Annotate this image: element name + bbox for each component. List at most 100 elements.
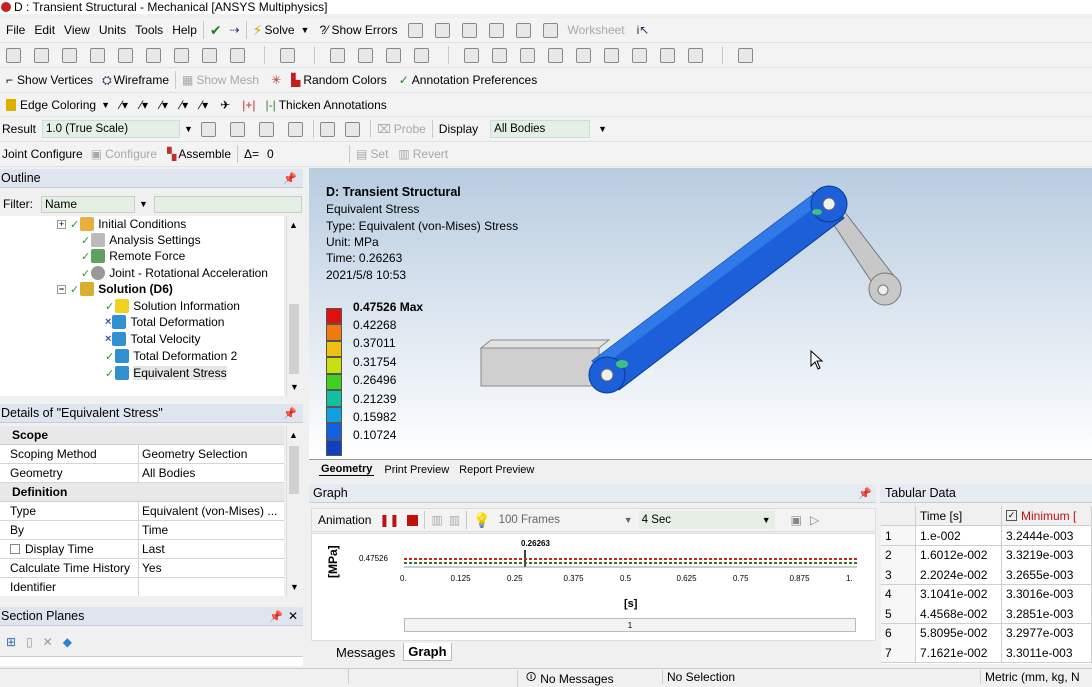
viewport-icon[interactable] bbox=[738, 47, 753, 63]
menu-help[interactable]: Help bbox=[172, 23, 197, 37]
minimum-cell[interactable]: 3.3011e-003 bbox=[1002, 643, 1092, 663]
rotate-icon[interactable] bbox=[330, 47, 345, 63]
chevron-down-icon[interactable]: ▼ bbox=[139, 199, 148, 209]
view-set-icon[interactable] bbox=[660, 47, 675, 63]
chevron-down-icon[interactable]: ▼ bbox=[598, 124, 607, 134]
tree-item-rotational-acceleration[interactable]: ✓ Joint - Rotational Acceleration bbox=[81, 266, 268, 280]
vertex-icon[interactable] bbox=[146, 47, 161, 63]
detail-type[interactable]: Type Equivalent (von-Mises) ... bbox=[0, 502, 284, 521]
export-icon[interactable]: ▣ bbox=[791, 513, 802, 527]
detail-display-time[interactable]: Display Time Last bbox=[0, 540, 284, 559]
vector-icon[interactable] bbox=[287, 121, 303, 137]
coord-icon[interactable] bbox=[62, 47, 77, 63]
edge-style-2-icon[interactable]: ⁄▾ bbox=[140, 98, 148, 112]
menu-tools[interactable]: Tools bbox=[135, 23, 163, 37]
show-vertices-button[interactable]: ⌐ Show Vertices bbox=[6, 73, 93, 87]
col-header-minimum[interactable]: ✓ Minimum [ bbox=[1002, 506, 1092, 526]
magnify-off-icon[interactable] bbox=[548, 47, 563, 63]
zoom-box-icon[interactable] bbox=[414, 47, 429, 63]
thin-icon[interactable]: |+| bbox=[242, 98, 255, 112]
minimum-checkbox[interactable]: ✓ bbox=[1006, 510, 1017, 521]
outline-scrollbar[interactable]: ▲ ▼ bbox=[286, 216, 300, 396]
annotation-prefs-button[interactable]: ✓ Annotation Preferences bbox=[399, 73, 537, 87]
chevron-down-icon[interactable]: ▼ bbox=[184, 124, 193, 134]
max-icon[interactable] bbox=[319, 121, 335, 137]
show-plane-icon[interactable]: ◆ bbox=[63, 635, 72, 649]
graph-plot-area[interactable]: [MPa] 0.47526 0.26263 0. 0.125 0.25 0.375 0.… bbox=[311, 533, 876, 641]
extend-icon[interactable] bbox=[280, 47, 295, 63]
detail-value[interactable] bbox=[139, 578, 284, 596]
section-definition[interactable]: Definition bbox=[0, 483, 284, 502]
worksheet-button[interactable]: Worksheet bbox=[568, 23, 625, 37]
previous-view-icon[interactable] bbox=[604, 47, 619, 63]
tree-item-initial-conditions[interactable]: + ✓ Initial Conditions bbox=[57, 217, 186, 231]
detail-by[interactable]: By Time bbox=[0, 521, 284, 540]
point-icon[interactable] bbox=[34, 47, 49, 63]
detail-value[interactable]: Time bbox=[139, 521, 284, 539]
display-select[interactable]: All Bodies bbox=[490, 120, 591, 138]
tab-report-preview[interactable]: Report Preview bbox=[459, 464, 534, 476]
minimum-cell[interactable]: 3.2655e-003 bbox=[1002, 565, 1092, 585]
tree-item-solution-information[interactable]: ✓ Solution Information bbox=[105, 299, 240, 313]
tab-print-preview[interactable]: Print Preview bbox=[384, 464, 449, 476]
zoom-fit-icon[interactable] bbox=[464, 47, 479, 63]
edge-style-5-icon[interactable]: ⁄▾ bbox=[200, 98, 208, 112]
time-cell[interactable]: 2.2024e-002 bbox=[916, 565, 1002, 585]
new-plane-icon[interactable]: ⊞ bbox=[6, 635, 16, 649]
min-icon[interactable] bbox=[344, 121, 360, 137]
select-mode-icon[interactable] bbox=[90, 47, 105, 63]
layout-icon[interactable] bbox=[688, 47, 703, 63]
edit-plane-icon[interactable]: ▯ bbox=[26, 635, 33, 649]
scroll-thumb[interactable] bbox=[289, 304, 299, 374]
result-scale-select[interactable]: 1.0 (True Scale) bbox=[42, 120, 181, 138]
row-index[interactable]: 1 bbox=[881, 526, 916, 546]
pin-icon[interactable]: 📌 bbox=[283, 407, 297, 420]
col-header-time[interactable]: Time [s] bbox=[916, 506, 1002, 526]
probe-button[interactable]: ⌧ Probe bbox=[377, 122, 426, 136]
jump-icon[interactable]: ⇢ bbox=[230, 23, 240, 37]
magnify-icon[interactable] bbox=[520, 47, 535, 63]
tree-item-analysis-settings[interactable]: ✓ Analysis Settings bbox=[81, 233, 201, 247]
scroll-up-icon[interactable]: ▲ bbox=[287, 220, 300, 230]
time-cell[interactable]: 7.1621e-002 bbox=[916, 643, 1002, 663]
row-index[interactable]: 4 bbox=[881, 584, 916, 605]
display-time-checkbox[interactable] bbox=[10, 544, 20, 554]
details-scrollbar[interactable]: ▲ ▼ bbox=[286, 426, 300, 596]
pan-icon[interactable] bbox=[358, 47, 373, 63]
menu-view[interactable]: View bbox=[64, 23, 90, 37]
detail-value[interactable]: Equivalent (von-Mises) ... bbox=[139, 502, 284, 520]
table-icon[interactable] bbox=[407, 22, 423, 38]
graphics-viewport[interactable]: D: Transient Structural Equivalent Stres… bbox=[309, 168, 1092, 460]
select-icon[interactable] bbox=[6, 47, 21, 63]
abc-icon[interactable] bbox=[434, 22, 450, 38]
axes-icon[interactable]: ✳ bbox=[271, 73, 281, 87]
show-mesh-button[interactable]: ▦ Show Mesh bbox=[182, 73, 259, 87]
scroll-thumb[interactable] bbox=[289, 446, 299, 494]
cursor-icon[interactable] bbox=[118, 47, 133, 63]
zoom-region-icon[interactable] bbox=[492, 47, 507, 63]
edge-icon[interactable] bbox=[174, 47, 189, 63]
color-icon[interactable] bbox=[258, 121, 274, 137]
tree-item-remote-force[interactable]: ✓ Remote Force bbox=[81, 249, 185, 263]
collapse-icon[interactable]: − bbox=[57, 284, 66, 294]
wireframe-button[interactable]: ⛭ Wireframe bbox=[102, 73, 169, 88]
minimum-cell[interactable]: 3.2851e-003 bbox=[1002, 604, 1092, 624]
menu-edit[interactable]: Edit bbox=[34, 23, 55, 37]
row-index[interactable]: 2 bbox=[881, 545, 916, 566]
filter-search-input[interactable] bbox=[153, 195, 302, 213]
edge-style-1-icon[interactable]: ⁄▾ bbox=[120, 98, 128, 112]
image-icon[interactable] bbox=[461, 22, 477, 38]
pin-icon[interactable] bbox=[488, 22, 504, 38]
section-scope[interactable]: Scope bbox=[0, 426, 284, 445]
time-cell[interactable]: 1.e-002 bbox=[916, 526, 1002, 546]
tree-item-total-velocity[interactable]: × Total Velocity bbox=[105, 332, 200, 346]
close-icon[interactable]: ✕ bbox=[288, 609, 298, 623]
time-slider[interactable]: 1 bbox=[404, 618, 856, 632]
row-index[interactable]: 6 bbox=[881, 623, 916, 644]
frames-select[interactable]: 100 Frames ▼ bbox=[499, 511, 639, 529]
screenshot-icon[interactable] bbox=[542, 22, 558, 38]
assemble-button[interactable]: ▚ Assemble bbox=[167, 147, 231, 161]
menu-file[interactable]: File bbox=[6, 23, 25, 37]
minimum-cell[interactable]: 3.2977e-003 bbox=[1002, 623, 1092, 644]
status-units[interactable]: Metric (mm, kg, N bbox=[980, 670, 1092, 684]
